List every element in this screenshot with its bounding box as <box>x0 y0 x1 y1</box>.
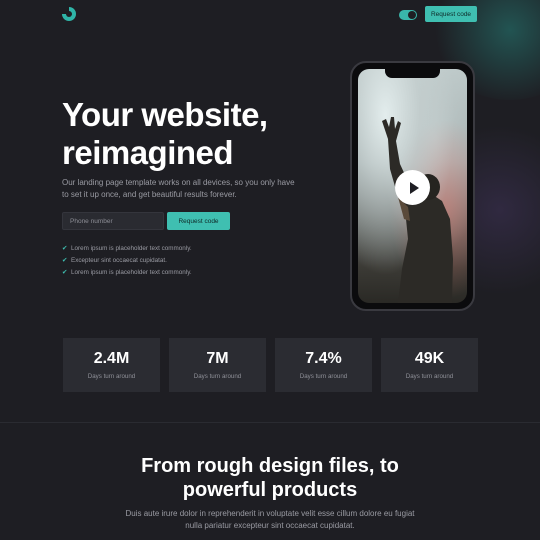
section-title-line-2: powerful products <box>182 479 358 501</box>
hero-title-line-1: Your website, <box>62 96 268 133</box>
section-description: Duis aute irure dolor in reprehenderit i… <box>120 508 420 531</box>
checklist-item: ✔ Lorem ipsum is placeholder text common… <box>62 266 192 278</box>
stat-value: 49K <box>414 350 445 367</box>
phone-video-screen <box>358 69 467 303</box>
landing-page: Request code Your website, reimagined Ou… <box>0 0 540 540</box>
phone-notch <box>385 69 440 78</box>
stat-label: Days turn around <box>87 373 136 380</box>
phone-mockup <box>350 61 475 311</box>
stat-card: 7.4% Days turn around <box>275 338 372 392</box>
stat-card: 7M Days turn around <box>169 338 266 392</box>
stat-label: Days turn around <box>405 373 454 380</box>
stat-card: 2.4M Days turn around <box>63 338 160 392</box>
play-button[interactable] <box>395 170 430 205</box>
checklist-item: ✔ Excepteur sint occaecat cupidatat. <box>62 254 192 266</box>
stat-value: 2.4M <box>93 350 130 367</box>
checklist-item-text: Excepteur sint occaecat cupidatat. <box>71 256 167 264</box>
hero-title: Your website, reimagined <box>62 96 322 172</box>
feature-checklist: ✔ Lorem ipsum is placeholder text common… <box>62 242 192 278</box>
section-title: From rough design files, to powerful pro… <box>0 454 540 502</box>
toggle-knob <box>408 11 416 19</box>
hero-title-line-2: reimagined <box>62 134 234 171</box>
checkmark-icon: ✔ <box>62 245 68 252</box>
checklist-item: ✔ Lorem ipsum is placeholder text common… <box>62 242 192 254</box>
checkmark-icon: ✔ <box>62 257 68 264</box>
section-description-line-1: Duis aute irure dolor in reprehenderit i… <box>125 509 415 518</box>
hero-description: Our landing page template works on all d… <box>62 178 295 199</box>
stat-value: 7.4% <box>305 350 342 367</box>
stat-card: 49K Days turn around <box>381 338 478 392</box>
play-icon <box>409 181 419 194</box>
checklist-item-text: Lorem ipsum is placeholder text commonly… <box>71 244 192 252</box>
hero-request-code-button[interactable]: Request code <box>167 212 230 230</box>
header-request-code-button[interactable]: Request code <box>425 6 477 22</box>
theme-toggle[interactable] <box>399 10 417 20</box>
stat-label: Days turn around <box>299 373 348 380</box>
logo-ring-icon[interactable] <box>62 7 76 21</box>
checklist-item-text: Lorem ipsum is placeholder text commonly… <box>71 268 192 276</box>
stat-value: 7M <box>206 350 229 367</box>
phone-number-input[interactable] <box>62 212 164 230</box>
checkmark-icon: ✔ <box>62 269 68 276</box>
section-title-line-1: From rough design files, to <box>141 455 399 477</box>
site-header: Request code <box>0 0 540 30</box>
section-description-line-2: nulla pariatur excepteur sint occaecat c… <box>185 520 355 530</box>
stat-label: Days turn around <box>193 373 242 380</box>
section-divider <box>0 422 540 423</box>
